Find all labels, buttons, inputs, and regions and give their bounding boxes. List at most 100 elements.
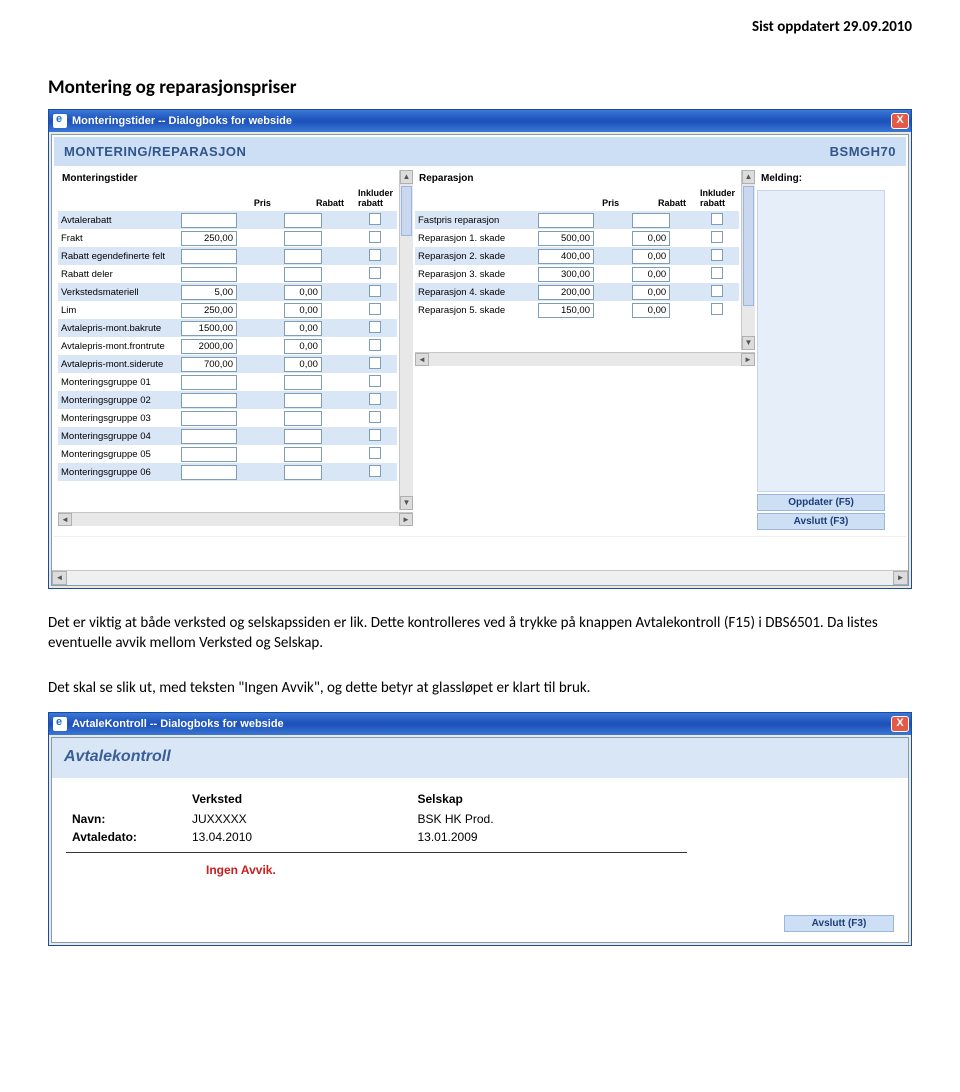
row-label: Frakt bbox=[58, 229, 178, 247]
exit-button[interactable]: Avslutt (F3) bbox=[784, 915, 894, 932]
rabatt-input[interactable] bbox=[284, 411, 322, 426]
rabatt-input[interactable] bbox=[284, 375, 322, 390]
titlebar[interactable]: Monteringstider -- Dialogboks for websid… bbox=[49, 110, 911, 132]
inkluder-checkbox[interactable] bbox=[369, 339, 381, 351]
pris-input[interactable] bbox=[181, 303, 237, 318]
inkluder-checkbox[interactable] bbox=[369, 375, 381, 387]
pris-input[interactable] bbox=[181, 213, 237, 228]
rabatt-input[interactable] bbox=[632, 213, 670, 228]
exit-button[interactable]: Avslutt (F3) bbox=[757, 513, 885, 530]
row-label: Verkstedsmateriell bbox=[58, 283, 178, 301]
pris-input[interactable] bbox=[538, 249, 594, 264]
rabatt-input[interactable] bbox=[284, 303, 322, 318]
pris-input[interactable] bbox=[538, 213, 594, 228]
scrollbar-vertical[interactable]: ▲ ▼ bbox=[399, 170, 413, 510]
pris-input[interactable] bbox=[538, 267, 594, 282]
row-label: Reparasjon 5. skade bbox=[415, 301, 535, 319]
rabatt-input[interactable] bbox=[284, 447, 322, 462]
rabatt-input[interactable] bbox=[632, 249, 670, 264]
inkluder-checkbox[interactable] bbox=[369, 249, 381, 261]
pris-input[interactable] bbox=[181, 375, 237, 390]
rabatt-input[interactable] bbox=[632, 267, 670, 282]
ie-icon bbox=[53, 114, 67, 128]
inkluder-checkbox[interactable] bbox=[711, 285, 723, 297]
scroll-right-icon[interactable]: ► bbox=[399, 513, 413, 526]
scroll-left-icon[interactable]: ◄ bbox=[415, 353, 429, 366]
rabatt-input[interactable] bbox=[284, 285, 322, 300]
scroll-thumb[interactable] bbox=[401, 186, 412, 236]
rabatt-input[interactable] bbox=[284, 267, 322, 282]
pris-input[interactable] bbox=[538, 285, 594, 300]
rabatt-input[interactable] bbox=[284, 339, 322, 354]
scroll-right-icon[interactable]: ► bbox=[893, 571, 908, 585]
scroll-up-icon[interactable]: ▲ bbox=[742, 170, 755, 184]
rabatt-input[interactable] bbox=[284, 357, 322, 372]
montering-table: Pris Rabatt Inkluder rabatt Avtalerabatt… bbox=[58, 186, 397, 481]
col-rabatt: Rabatt bbox=[629, 186, 696, 211]
scroll-down-icon[interactable]: ▼ bbox=[400, 496, 413, 510]
close-icon[interactable]: X bbox=[891, 716, 909, 732]
pris-input[interactable] bbox=[181, 339, 237, 354]
rabatt-input[interactable] bbox=[632, 285, 670, 300]
titlebar[interactable]: AvtaleKontroll -- Dialogboks for webside… bbox=[49, 713, 911, 735]
inkluder-checkbox[interactable] bbox=[369, 213, 381, 225]
pris-input[interactable] bbox=[181, 411, 237, 426]
rabatt-input[interactable] bbox=[284, 213, 322, 228]
scroll-thumb[interactable] bbox=[743, 186, 754, 306]
pris-input[interactable] bbox=[181, 429, 237, 444]
rabatt-input[interactable] bbox=[284, 321, 322, 336]
inkluder-checkbox[interactable] bbox=[711, 267, 723, 279]
inkluder-checkbox[interactable] bbox=[369, 429, 381, 441]
inkluder-checkbox[interactable] bbox=[369, 285, 381, 297]
inkluder-checkbox[interactable] bbox=[711, 303, 723, 315]
table-row: Avtalepris-mont.frontrute bbox=[58, 337, 397, 355]
rabatt-input[interactable] bbox=[284, 249, 322, 264]
inkluder-checkbox[interactable] bbox=[369, 321, 381, 333]
inkluder-checkbox[interactable] bbox=[369, 231, 381, 243]
inkluder-checkbox[interactable] bbox=[369, 465, 381, 477]
inkluder-checkbox[interactable] bbox=[369, 267, 381, 279]
inkluder-checkbox[interactable] bbox=[711, 231, 723, 243]
scrollbar-horizontal[interactable]: ◄ ► bbox=[415, 352, 755, 366]
scrollbar-horizontal[interactable]: ◄ ► bbox=[58, 512, 413, 526]
scroll-left-icon[interactable]: ◄ bbox=[52, 571, 67, 585]
inkluder-checkbox[interactable] bbox=[711, 213, 723, 225]
pris-input[interactable] bbox=[181, 267, 237, 282]
rabatt-input[interactable] bbox=[284, 429, 322, 444]
table-row: Lim bbox=[58, 301, 397, 319]
rabatt-input[interactable] bbox=[284, 465, 322, 480]
update-button[interactable]: Oppdater (F5) bbox=[757, 494, 885, 511]
pris-input[interactable] bbox=[538, 303, 594, 318]
pris-input[interactable] bbox=[181, 285, 237, 300]
table-row: Rabatt deler bbox=[58, 265, 397, 283]
scrollbar-vertical[interactable]: ▲ ▼ bbox=[741, 170, 755, 350]
close-icon[interactable]: X bbox=[891, 113, 909, 129]
scroll-up-icon[interactable]: ▲ bbox=[400, 170, 413, 184]
scroll-down-icon[interactable]: ▼ bbox=[742, 336, 755, 350]
scroll-right-icon[interactable]: ► bbox=[741, 353, 755, 366]
inkluder-checkbox[interactable] bbox=[711, 249, 723, 261]
inkluder-checkbox[interactable] bbox=[369, 447, 381, 459]
col-rabatt: Rabatt bbox=[281, 186, 354, 211]
scroll-left-icon[interactable]: ◄ bbox=[58, 513, 72, 526]
rabatt-input[interactable] bbox=[632, 303, 670, 318]
inkluder-checkbox[interactable] bbox=[369, 411, 381, 423]
pris-input[interactable] bbox=[181, 249, 237, 264]
pris-input[interactable] bbox=[181, 393, 237, 408]
rabatt-input[interactable] bbox=[632, 231, 670, 246]
pris-input[interactable] bbox=[538, 231, 594, 246]
inkluder-checkbox[interactable] bbox=[369, 303, 381, 315]
rabatt-input[interactable] bbox=[284, 393, 322, 408]
rabatt-input[interactable] bbox=[284, 231, 322, 246]
pris-input[interactable] bbox=[181, 231, 237, 246]
row-label: Monteringsgruppe 06 bbox=[58, 463, 178, 481]
pris-input[interactable] bbox=[181, 465, 237, 480]
col-pris: Pris bbox=[535, 186, 629, 211]
inkluder-checkbox[interactable] bbox=[369, 393, 381, 405]
pris-input[interactable] bbox=[181, 357, 237, 372]
table-row: Frakt bbox=[58, 229, 397, 247]
inkluder-checkbox[interactable] bbox=[369, 357, 381, 369]
pris-input[interactable] bbox=[181, 447, 237, 462]
pris-input[interactable] bbox=[181, 321, 237, 336]
outer-scrollbar[interactable]: ◄ ► bbox=[52, 570, 908, 585]
